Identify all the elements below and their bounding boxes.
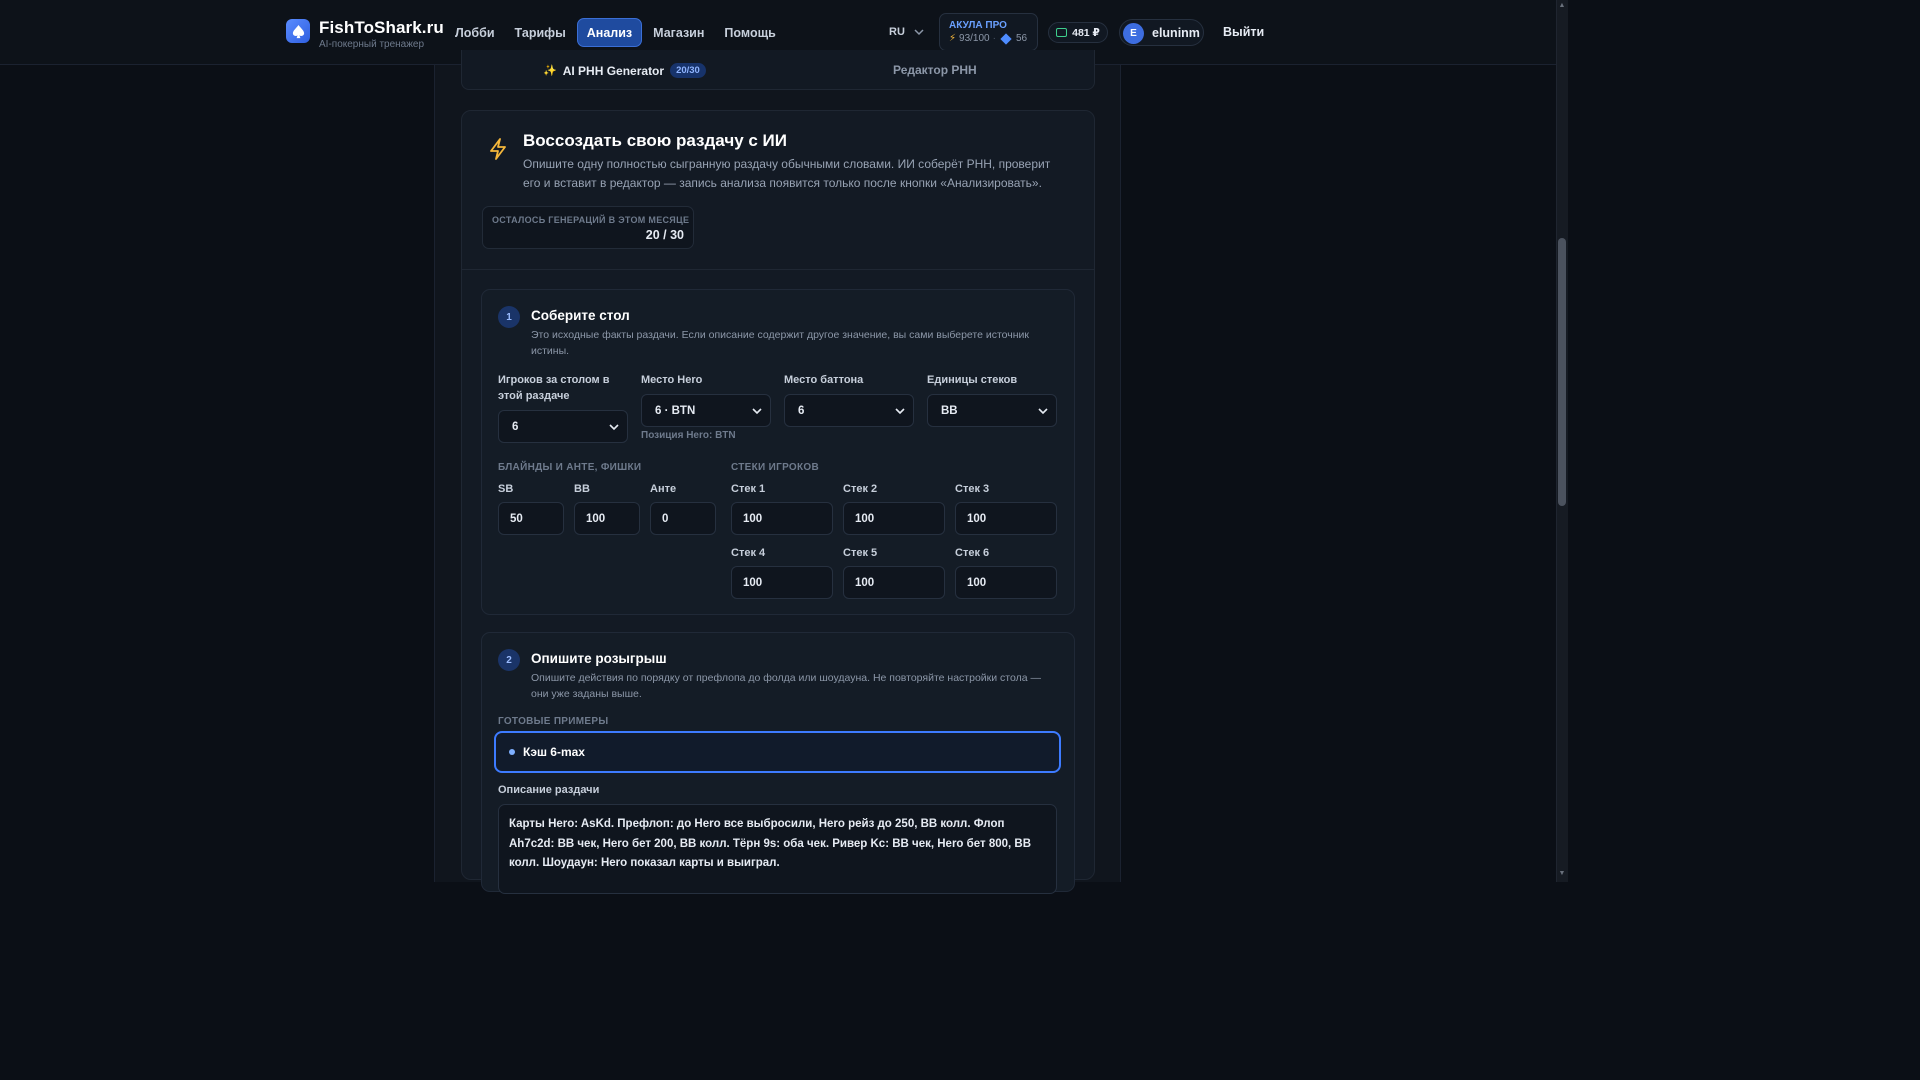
stacks-section-label: СТЕКИ ИГРОКОВ	[731, 462, 819, 473]
step-title: Соберите стол	[531, 308, 630, 323]
dot-icon	[509, 749, 515, 755]
example-label: Кэш 6-max	[523, 745, 585, 759]
hand-description-label: Описание раздачи	[498, 784, 600, 796]
chevron-down-icon	[895, 408, 905, 415]
scroll-up-icon[interactable]: ▲	[1558, 2, 1566, 9]
page-description: Опишите одну полностью сыгранную раздачу…	[523, 157, 1051, 190]
stack-units-value: BB	[941, 404, 958, 417]
step-description: Это исходные факты раздачи. Если описани…	[531, 329, 1030, 357]
stack-4-input[interactable]: 100	[731, 566, 833, 599]
divider	[462, 269, 1094, 270]
plan-energy: 93/100	[959, 33, 990, 44]
logout-button[interactable]: Выйти	[1223, 25, 1264, 39]
quota-value: 20 / 30	[645, 228, 684, 242]
generation-quota: ОСТАЛОСЬ ГЕНЕРАЦИЙ В ЭТОМ МЕСЯЦЕ 20 / 30	[482, 206, 694, 249]
nav-pricing[interactable]: Тарифы	[506, 18, 575, 47]
plan-title: АКУЛА ПРО	[949, 20, 1007, 31]
stack-5-label: Стек 5	[843, 547, 878, 559]
stack-1-input[interactable]: 100	[731, 502, 833, 535]
nav-shop[interactable]: Магазин	[644, 18, 713, 47]
nav-lobby[interactable]: Лобби	[446, 18, 504, 47]
wallet-balance[interactable]: 481 ₽	[1048, 22, 1108, 43]
stack-3-input[interactable]: 100	[955, 502, 1057, 535]
players-count-value: 6	[512, 420, 519, 433]
sparkle-icon: ✨	[543, 65, 557, 77]
blinds-section-label: БЛАЙНДЫ И АНТЕ, ФИШКИ	[498, 462, 642, 473]
stack-1-label: Стек 1	[731, 483, 766, 495]
hero-seat-select[interactable]: 6 · BTN	[641, 394, 771, 427]
hand-description-textarea[interactable]: Карты Hero: AsKd. Префлоп: до Hero все в…	[498, 804, 1057, 894]
brand-name[interactable]: FishToShark.ru	[319, 18, 444, 38]
tab-ai-phh-generator[interactable]: ✨ AI PHH Generator 20/30	[543, 63, 706, 78]
button-seat-select[interactable]: 6	[784, 394, 914, 427]
chevron-down-icon	[1038, 408, 1048, 415]
language-code: RU	[889, 26, 905, 38]
players-count-select[interactable]: 6	[498, 410, 628, 443]
chevron-down-icon	[609, 424, 619, 431]
energy-icon: ⚡	[949, 33, 957, 44]
plan-stats: ⚡ 93/100 · 56	[949, 32, 1028, 45]
spade-logo-icon[interactable]	[286, 19, 310, 43]
subscription-plan-badge[interactable]: АКУЛА ПРО ⚡ 93/100 · 56	[939, 13, 1038, 51]
chevron-down-icon	[914, 29, 924, 36]
stack-2-label: Стек 2	[843, 483, 878, 495]
wallet-icon	[1056, 28, 1068, 37]
plan-gems: 56	[1015, 33, 1028, 44]
hero-position-hint: Позиция Hero: BTN	[641, 430, 736, 441]
stack-units-label: Единицы стеков	[927, 374, 1018, 386]
hero-seat-label: Место Hero	[641, 374, 703, 386]
bb-input[interactable]: 100	[574, 502, 640, 535]
main-nav: Лобби Тарифы Анализ Магазин Помощь	[446, 18, 785, 47]
chevron-down-icon	[752, 408, 762, 415]
brand-tagline: AI-покерный тренажер	[319, 39, 425, 50]
step-number: 2	[498, 649, 520, 671]
players-count-label: Игроков за столом в этой раздаче	[498, 374, 610, 402]
ante-label: Анте	[650, 483, 677, 495]
stack-3-label: Стек 3	[955, 483, 990, 495]
stack-5-input[interactable]: 100	[843, 566, 945, 599]
button-seat-value: 6	[798, 404, 805, 417]
examples-section-label: ГОТОВЫЕ ПРИМЕРЫ	[498, 716, 609, 727]
sb-label: SB	[498, 483, 514, 495]
username: eluninm	[1152, 26, 1200, 40]
step-title: Опишите розыгрыш	[531, 651, 667, 666]
scrollbar-thumb[interactable]	[1558, 238, 1566, 506]
ante-input[interactable]: 0	[650, 502, 716, 535]
avatar: E	[1123, 23, 1144, 44]
balance-amount: 481 ₽	[1072, 26, 1100, 39]
step-number: 1	[498, 306, 520, 328]
user-menu[interactable]: E eluninm	[1119, 19, 1204, 46]
stack-6-label: Стек 6	[955, 547, 990, 559]
hero-seat-value: 6 · BTN	[655, 404, 696, 417]
nav-help[interactable]: Помощь	[715, 18, 784, 47]
scroll-down-icon[interactable]: ▼	[1558, 870, 1566, 877]
bb-label: BB	[574, 483, 590, 495]
stack-units-select[interactable]: BB	[927, 394, 1057, 427]
ai-generations-count: 20/30	[670, 63, 706, 78]
button-seat-label: Место баттона	[784, 374, 864, 386]
page-title: Воссоздать свою раздачу с ИИ	[523, 131, 787, 150]
gem-icon	[1000, 32, 1012, 45]
stack-4-label: Стек 4	[731, 547, 766, 559]
quota-label: ОСТАЛОСЬ ГЕНЕРАЦИЙ В ЭТОМ МЕСЯЦЕ	[492, 215, 690, 225]
step-description: Опишите действия по порядку от префлопа …	[531, 672, 1041, 700]
stack-6-input[interactable]: 100	[955, 566, 1057, 599]
example-cash-6max-button[interactable]: Кэш 6-max	[494, 731, 1061, 773]
sb-input[interactable]: 50	[498, 502, 564, 535]
nav-analysis[interactable]: Анализ	[576, 18, 643, 47]
language-switcher[interactable]: RU	[889, 26, 924, 38]
tab-ai-label: AI PHH Generator	[562, 63, 665, 78]
stack-2-input[interactable]: 100	[843, 502, 945, 535]
tab-phh-editor[interactable]: Редактор PHH	[893, 63, 977, 77]
lightning-bolt-icon	[490, 138, 506, 160]
